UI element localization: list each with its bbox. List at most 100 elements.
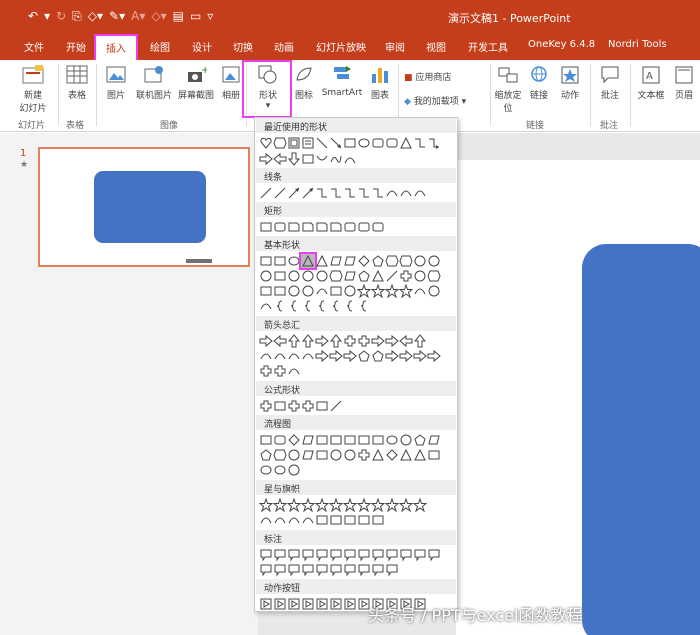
tab-transitions[interactable]: 切换: [233, 39, 253, 54]
plus-shape-icon[interactable]: [259, 399, 273, 413]
elbow-shape-icon[interactable]: [357, 186, 371, 200]
tab-nordri-tools[interactable]: Nordri Tools: [608, 39, 667, 50]
brace-shape-icon[interactable]: [287, 299, 301, 313]
elbow-shape-icon[interactable]: [371, 186, 385, 200]
smartart-button[interactable]: SmartArt: [320, 64, 364, 98]
btn-shape-icon[interactable]: [301, 597, 315, 611]
star-shape-icon[interactable]: [399, 498, 413, 512]
para-shape-icon[interactable]: [343, 269, 357, 283]
rarrow-shape-icon[interactable]: [315, 334, 329, 348]
arc-shape-icon[interactable]: [343, 152, 357, 166]
snip-shape-icon[interactable]: [287, 220, 301, 234]
callout-shape-icon[interactable]: [329, 548, 343, 562]
callout-shape-icon[interactable]: [427, 548, 441, 562]
tab-onekey[interactable]: OneKey 6.4.8: [528, 39, 595, 50]
oval-shape-icon[interactable]: [259, 463, 273, 477]
pent-shape-icon[interactable]: [371, 349, 385, 363]
rect-shape-icon[interactable]: [357, 433, 371, 447]
callout-shape-icon[interactable]: [273, 563, 287, 577]
callout-shape-icon[interactable]: [357, 563, 371, 577]
flowchart-shape-icon[interactable]: [301, 152, 315, 166]
snip-shape-icon[interactable]: [315, 220, 329, 234]
elbow-connector-shape-icon[interactable]: [413, 136, 427, 150]
callout-shape-icon[interactable]: [287, 563, 301, 577]
slide-thumbnail-1[interactable]: [38, 147, 250, 267]
curve-shape-icon[interactable]: [301, 349, 315, 363]
table-button[interactable]: 表格: [62, 64, 92, 101]
star-shape-icon[interactable]: [315, 498, 329, 512]
tab-insert[interactable]: 插入: [94, 34, 138, 62]
rect-shape-icon[interactable]: [273, 284, 287, 298]
chart-button[interactable]: 图表: [366, 64, 394, 101]
tri-shape-icon[interactable]: [413, 448, 427, 462]
star-shape-icon[interactable]: [357, 498, 371, 512]
oval-shape-icon[interactable]: [385, 433, 399, 447]
circle-shape-icon[interactable]: [301, 269, 315, 283]
curve-shape-icon[interactable]: [385, 186, 399, 200]
curve-shape-icon[interactable]: [259, 513, 273, 527]
circle-shape-icon[interactable]: [427, 254, 441, 268]
arrow-down-shape-icon[interactable]: [287, 152, 301, 166]
tri-shape-icon[interactable]: [315, 254, 329, 268]
format-painter-icon[interactable]: ⎘: [72, 8, 82, 24]
tri-shape-icon[interactable]: [399, 448, 413, 462]
curve-shape-icon[interactable]: [399, 186, 413, 200]
oval-shape-icon[interactable]: [287, 254, 301, 268]
plus-shape-icon[interactable]: [357, 334, 371, 348]
circle-shape-icon[interactable]: [413, 254, 427, 268]
brace-shape-icon[interactable]: [357, 299, 371, 313]
btn-shape-icon[interactable]: [259, 597, 273, 611]
rarrow-shape-icon[interactable]: [413, 349, 427, 363]
curve-shape-icon[interactable]: [413, 186, 427, 200]
rect-shape-icon[interactable]: [329, 433, 343, 447]
arrow-right-shape-icon[interactable]: [259, 152, 273, 166]
star-shape-icon[interactable]: [371, 284, 385, 298]
my-addins-button[interactable]: ◆ 我的加载项 ▾: [404, 94, 484, 107]
callout-shape-icon[interactable]: [357, 548, 371, 562]
rect-shape-icon[interactable]: [427, 448, 441, 462]
header-footer-button[interactable]: 页眉: [670, 64, 698, 101]
hex-shape-icon[interactable]: [399, 254, 413, 268]
circle-shape-icon[interactable]: [413, 269, 427, 283]
elbow-shape-icon[interactable]: [343, 186, 357, 200]
circle-shape-icon[interactable]: [287, 448, 301, 462]
uarrow-shape-icon[interactable]: [301, 334, 315, 348]
plus-shape-icon[interactable]: [357, 448, 371, 462]
tab-draw[interactable]: 绘图: [150, 39, 170, 54]
screenshot-button[interactable]: + 屏幕截图: [176, 64, 216, 101]
circle-shape-icon[interactable]: [343, 448, 357, 462]
brace-shape-icon[interactable]: [315, 299, 329, 313]
circle-shape-icon[interactable]: [287, 284, 301, 298]
undo-dropdown-icon[interactable]: ▾: [44, 8, 50, 24]
pent-shape-icon[interactable]: [371, 254, 385, 268]
callout-shape-icon[interactable]: [287, 548, 301, 562]
uarrow-shape-icon[interactable]: [413, 334, 427, 348]
callout-shape-icon[interactable]: [343, 548, 357, 562]
arrow-left-shape-icon[interactable]: [273, 152, 287, 166]
callout-shape-icon[interactable]: [329, 563, 343, 577]
curve-shape-icon[interactable]: [273, 513, 287, 527]
circle-shape-icon[interactable]: [287, 269, 301, 283]
rect-shape-icon[interactable]: [259, 220, 273, 234]
callout-shape-icon[interactable]: [301, 548, 315, 562]
rect-shape-icon[interactable]: [315, 399, 329, 413]
star-shape-icon[interactable]: [287, 498, 301, 512]
star-shape-icon[interactable]: [273, 498, 287, 512]
comment-button[interactable]: 批注: [596, 64, 624, 101]
rounded-rect-shape-icon[interactable]: [371, 136, 385, 150]
tab-developer[interactable]: 开发工具: [468, 39, 508, 54]
star-shape-icon[interactable]: [301, 498, 315, 512]
rectangle-shape-icon[interactable]: [343, 136, 357, 150]
uarrow-shape-icon[interactable]: [329, 334, 343, 348]
rect-shape-icon[interactable]: [329, 284, 343, 298]
callout-shape-icon[interactable]: [385, 563, 399, 577]
plus-shape-icon[interactable]: [301, 399, 315, 413]
line-shape-icon[interactable]: [385, 269, 399, 283]
link-button[interactable]: 链接: [526, 64, 552, 101]
rect-shape-icon[interactable]: [315, 513, 329, 527]
curve-shape-icon[interactable]: [287, 364, 301, 378]
callout-shape-icon[interactable]: [315, 548, 329, 562]
zoom-button[interactable]: 缩放定 位: [492, 64, 524, 114]
para-shape-icon[interactable]: [301, 448, 315, 462]
rect-shape-icon[interactable]: [273, 399, 287, 413]
